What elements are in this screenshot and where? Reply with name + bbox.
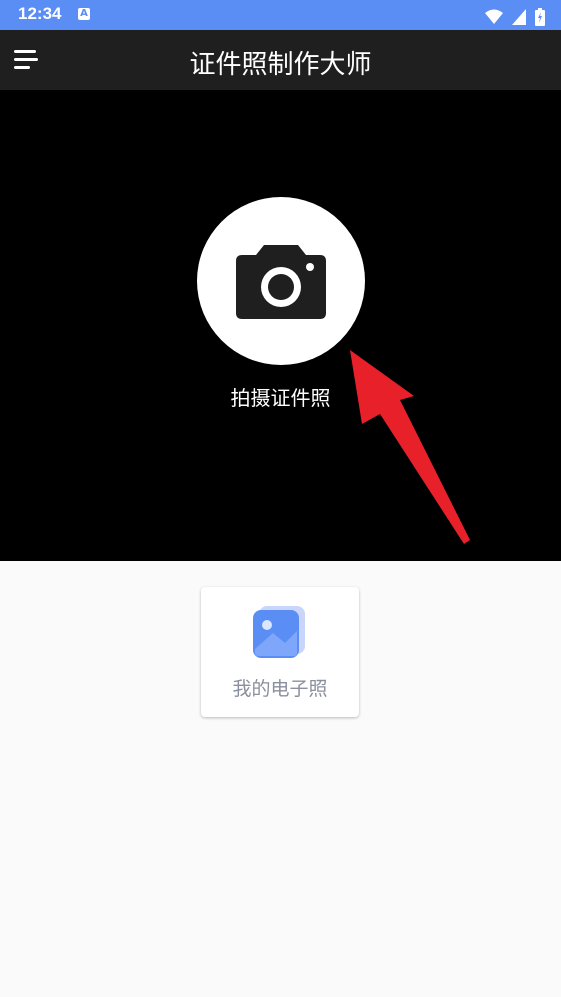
status-bar: 12:34 A: [0, 0, 561, 30]
photo-stack-icon: [253, 606, 305, 658]
my-e-photo-card[interactable]: 我的电子照: [201, 587, 359, 717]
wifi-icon: [484, 9, 503, 24]
status-icons: [481, 6, 545, 26]
battery-icon: [535, 7, 545, 26]
app-bar: 证件照制作大师: [0, 30, 561, 90]
red-arrow-annotation: [350, 350, 470, 544]
camera-panel: 拍摄证件照: [0, 90, 561, 561]
notification-icon: A: [78, 8, 90, 20]
camera-icon: [236, 245, 326, 319]
my-e-photo-label: 我的电子照: [232, 678, 328, 700]
app-title: 证件照制作大师: [189, 50, 372, 80]
signal-icon: [511, 8, 526, 25]
status-time: 12:34: [18, 4, 62, 23]
